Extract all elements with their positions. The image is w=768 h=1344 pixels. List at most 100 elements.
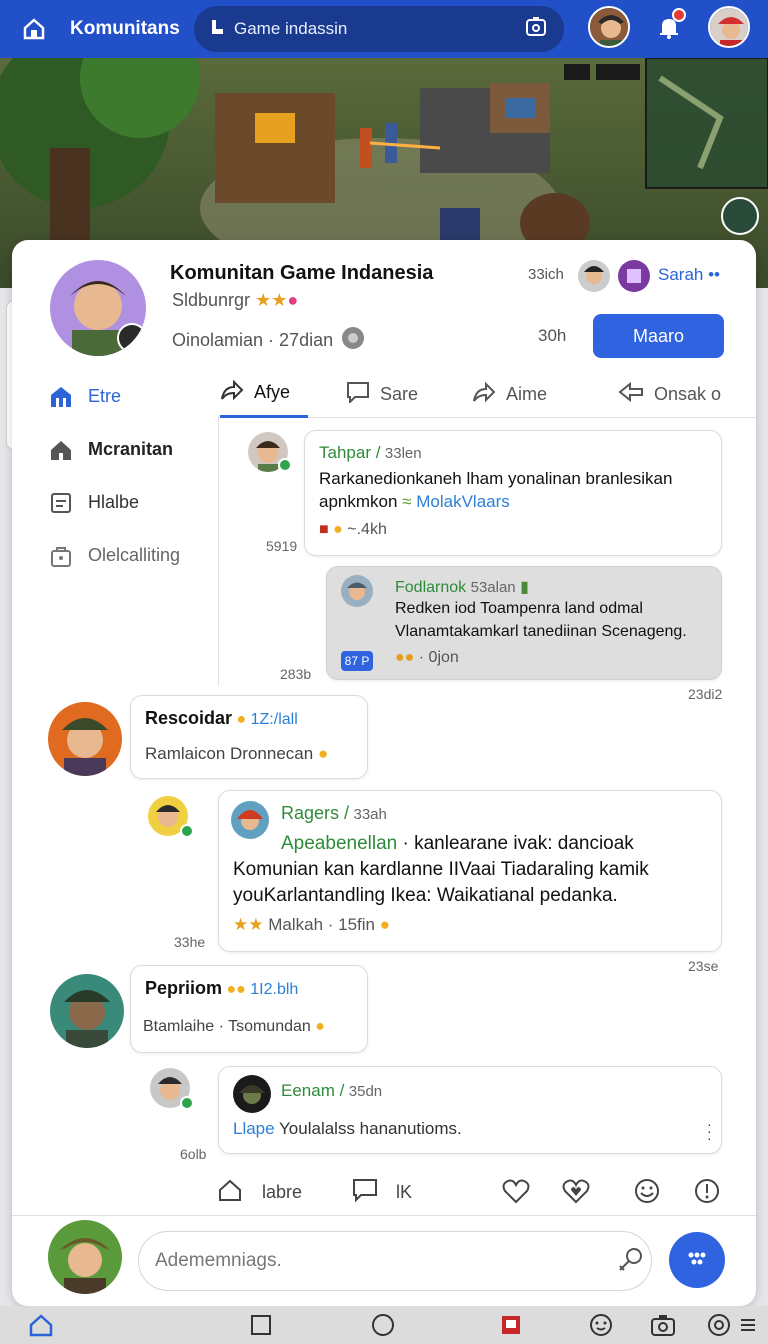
group-title: Komunitan Game Indanesia (170, 262, 434, 284)
home-nav-icon[interactable] (28, 1312, 54, 1338)
message-header: Rescoidar ● 1Z:/lall (145, 708, 298, 729)
settings-nav-icon[interactable] (706, 1312, 732, 1338)
flag-nav-icon[interactable] (498, 1312, 524, 1338)
house-icon (48, 384, 74, 410)
message-time: 6olb (180, 1146, 207, 1162)
message-avatar[interactable] (341, 575, 373, 607)
document-icon (48, 490, 74, 516)
message-avatar[interactable] (48, 702, 122, 776)
message-footer[interactable]: ★★ Malkah · 15fin ● (233, 915, 390, 935)
sidebar-item-label: Olelcalliting (88, 545, 181, 565)
info-icon[interactable] (694, 1178, 720, 1209)
message-meta: 1Z:/lall (250, 711, 298, 728)
action-bar: labre lK (218, 1166, 756, 1216)
search-bar[interactable] (194, 6, 564, 52)
message-reactions[interactable]: ●● · 0jon (395, 649, 459, 667)
message-body: Redken iod Toampenra land odmal Vlanamta… (395, 597, 721, 643)
tab-aime[interactable]: Aime (472, 370, 547, 418)
message-line: Komunian kan kardlanne IIVaai Tiadaralin… (233, 859, 649, 880)
forward-arrow-icon (472, 381, 496, 408)
sidebar-item-olelcalliting[interactable]: Olelcalliting (12, 529, 218, 582)
message-bubble[interactable]: Pepriiom ●● 1I2.blh Btamlaihe · Tsomunda… (130, 965, 368, 1053)
home-action[interactable]: labre (218, 1178, 302, 1207)
tab-sare[interactable]: Sare (346, 370, 418, 418)
smirk-emoji-icon: ● (317, 744, 329, 763)
action-label: lK (396, 1182, 413, 1202)
heart-icon[interactable] (502, 1178, 530, 1209)
group-subtitle-text: Sldbunrgr (172, 290, 251, 310)
tab-label: Aime (506, 383, 548, 404)
tab-afye[interactable]: Afye (220, 370, 308, 418)
bottom-nav-bar (0, 1306, 768, 1344)
message-line: Apeabenellan · kanlearane ivak: dancioak (233, 831, 719, 857)
grin-emoji-icon: ●● (226, 981, 246, 998)
reaction-text: ~.4kh (347, 521, 387, 538)
emoji-icon[interactable] (634, 1178, 660, 1209)
message-avatar[interactable] (50, 974, 124, 1048)
member-avatar-2[interactable] (618, 260, 650, 292)
message-meta: 33len (384, 445, 422, 462)
join-button[interactable]: Maaro (593, 314, 724, 358)
square-nav-icon[interactable] (248, 1312, 274, 1338)
tab-label: Sare (380, 383, 419, 404)
message-author: Eenam / (281, 1081, 345, 1100)
message-meta: 35dn (348, 1083, 383, 1100)
game-icon (210, 18, 226, 41)
menu-nav-icon[interactable] (738, 1312, 758, 1338)
message-bubble[interactable]: Eenam / 35dn Llape Youlalalss hananutiom… (218, 1066, 722, 1154)
more-options-icon[interactable]: · · · (707, 1117, 713, 1145)
apps-button[interactable] (669, 1232, 725, 1288)
message-header: Fodlarnok 53alan ▮ (395, 577, 529, 597)
message-line: Ramlaicon Dronnecan (145, 744, 314, 763)
message-link[interactable]: Apeabenellan (281, 833, 397, 854)
tab-label: Onsak o (654, 383, 722, 404)
heart-shield-icon[interactable] (562, 1178, 590, 1209)
message-input[interactable] (138, 1231, 652, 1291)
header-time-bottom: 30h (538, 326, 567, 345)
tab-onsak[interactable]: Onsak o (618, 370, 721, 418)
message-time: 23di2 (688, 686, 723, 702)
user-avatar-icon[interactable] (708, 6, 750, 48)
circle-nav-icon[interactable] (370, 1312, 396, 1338)
sidebar-item-mcranitan[interactable]: Mcranitan (12, 423, 218, 476)
message-meta: 33ah (353, 806, 387, 823)
message-meta: 1I2.blh (250, 981, 299, 998)
home-icon[interactable] (14, 9, 54, 49)
message-header: Ragers / 33ah (281, 803, 387, 824)
camera-nav-icon[interactable] (650, 1312, 676, 1338)
message-bubble[interactable]: Tahpar / 33len Rarkanedionkaneh lham yon… (304, 430, 722, 556)
sidebar-item-label: Hlalbe (88, 492, 140, 512)
more-dots-icon[interactable]: •• (708, 265, 720, 284)
chat-bubble-icon (352, 1178, 378, 1207)
message-footer-text: Malkah · 15fin (268, 915, 375, 934)
smile-emoji-icon: ● (333, 521, 343, 538)
notification-bell-icon[interactable] (648, 6, 690, 48)
stars-icon: ★★ (255, 290, 288, 310)
my-avatar[interactable] (48, 1220, 122, 1294)
message-bubble[interactable]: 87 P Fodlarnok 53alan ▮ Redken iod Toamp… (326, 566, 722, 680)
message-link[interactable]: Llape (233, 1119, 275, 1138)
chat-action[interactable]: lK (352, 1178, 412, 1207)
message-line-text: · kanlearane ivak: dancioak (402, 833, 634, 854)
attach-icon[interactable] (616, 1246, 644, 1279)
face-nav-icon[interactable] (588, 1312, 614, 1338)
sidebar-item-label: Etre (88, 386, 122, 406)
sidebar-item-hlalbe[interactable]: Hlalbe (12, 476, 218, 529)
message-bubble[interactable]: Ragers / 33ah Apeabenellan · kanlearane … (218, 790, 722, 952)
message-body: Btamlaihe · Tsomundan ● (143, 1018, 325, 1036)
member-avatar-1[interactable] (578, 260, 610, 292)
search-input[interactable] (234, 19, 524, 39)
header-user[interactable]: Sarah •• (658, 265, 720, 285)
message-link[interactable]: MolakVlaars (416, 492, 510, 511)
group-meta-text: Oinolamian · 27dian (172, 330, 334, 350)
camera-search-icon[interactable] (524, 15, 548, 44)
message-line: youKarlantandling Ikea: Waikatianal peda… (233, 885, 618, 906)
message-avatar[interactable] (233, 1075, 271, 1113)
notification-badge (672, 8, 686, 22)
sidebar-item-etre[interactable]: Etre (12, 370, 218, 423)
action-label: labre (262, 1182, 303, 1202)
profile-avatar-icon[interactable] (588, 6, 630, 48)
message-bubble[interactable]: Rescoidar ● 1Z:/lall Ramlaicon Dronnecan… (130, 695, 368, 779)
group-avatar[interactable] (50, 260, 146, 356)
message-reactions[interactable]: ■ ● ~.4kh (319, 521, 387, 539)
